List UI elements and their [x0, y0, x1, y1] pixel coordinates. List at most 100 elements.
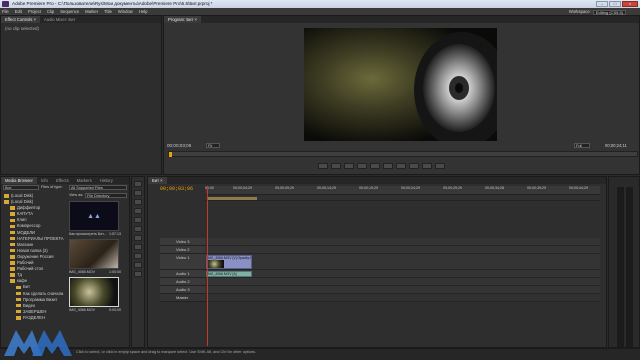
- folder-icon: [10, 267, 15, 271]
- tree-item[interactable]: НАТЕРИАЛЫ ПРОЕКТА: [4, 236, 66, 242]
- menu-file[interactable]: File: [2, 8, 9, 15]
- work-area-range[interactable]: [207, 197, 257, 200]
- tab-program[interactable]: Program: Бит ×: [164, 16, 201, 23]
- watermark-logo: [2, 324, 74, 358]
- browser-location-dropdown[interactable]: Все: [3, 185, 39, 190]
- folder-icon: [10, 230, 15, 235]
- play-button[interactable]: [370, 163, 380, 169]
- view-as-dropdown[interactable]: File Directory: [85, 193, 127, 198]
- timeline-ruler[interactable]: 00;00 00;00;04;29 00;00;09;29 00;00;14;2…: [205, 186, 600, 195]
- media-thumbnail[interactable]: ▲▲ Как просмотреть Бит... 1:57:13: [69, 201, 127, 236]
- go-to-out-button[interactable]: [396, 163, 406, 169]
- thumbnail-duration: 1:00:00: [109, 270, 121, 274]
- window-controls: – □ ×: [596, 0, 638, 8]
- folder-icon: [10, 248, 15, 253]
- track-audio-1[interactable]: [205, 270, 600, 278]
- program-scrub-bar[interactable]: [168, 151, 638, 157]
- tab-history[interactable]: History: [96, 177, 117, 184]
- track-master[interactable]: [205, 294, 600, 302]
- hand-tool-icon[interactable]: [134, 262, 142, 268]
- track-header-video-1[interactable]: Video 1: [160, 254, 205, 270]
- folder-icon: [16, 303, 21, 308]
- logo-icon: ▲▲: [87, 212, 101, 220]
- export-frame-button[interactable]: [435, 163, 445, 169]
- track-header-audio-3[interactable]: Audio 3: [160, 286, 205, 294]
- workspace-dropdown[interactable]: Editing (CS5.5): [592, 9, 626, 15]
- work-area-bar[interactable]: [205, 196, 600, 201]
- ripple-edit-tool-icon[interactable]: [134, 199, 142, 205]
- slide-tool-icon[interactable]: [134, 244, 142, 250]
- track-video-3[interactable]: [205, 238, 600, 246]
- fit-dropdown[interactable]: Fit: [206, 143, 220, 148]
- timeline-playhead[interactable]: [207, 186, 208, 346]
- step-back-button[interactable]: [357, 163, 367, 169]
- track-header-master[interactable]: Master: [160, 294, 205, 302]
- zoom-tool-icon[interactable]: [134, 271, 142, 277]
- track-select-tool-icon[interactable]: [134, 190, 142, 196]
- menu-window[interactable]: Window: [118, 8, 133, 15]
- window-titlebar: Adobe Premiere Pro - C:\Пользователи\Rys…: [0, 0, 640, 8]
- tab-media-browser[interactable]: Media Browser: [1, 177, 37, 184]
- track-header-video-3[interactable]: Video 3: [160, 238, 205, 246]
- selection-tool-icon[interactable]: [134, 181, 142, 187]
- tab-markers[interactable]: Markers: [73, 177, 96, 184]
- mark-in-button[interactable]: [318, 163, 328, 169]
- files-of-type-label: Files of type:: [41, 185, 63, 189]
- media-thumbnail[interactable]: IMG_4065.MOV 1:00:00: [69, 239, 127, 274]
- tab-effects[interactable]: Effects: [52, 177, 73, 184]
- audio-clip[interactable]: IMG_4066.MOV [A]: [206, 271, 252, 277]
- slip-tool-icon[interactable]: [134, 235, 142, 241]
- folder-icon: [10, 279, 15, 283]
- step-forward-button[interactable]: [383, 163, 393, 169]
- drive-icon: [4, 194, 9, 198]
- track-video-2[interactable]: [205, 246, 600, 254]
- menu-help[interactable]: Help: [139, 8, 148, 15]
- program-timecode[interactable]: 00;00;03;06: [167, 143, 191, 148]
- minimize-button[interactable]: –: [596, 1, 608, 7]
- track-header-audio-2[interactable]: Audio 2: [160, 278, 205, 286]
- razor-tool-icon[interactable]: [134, 226, 142, 232]
- menu-project[interactable]: Project: [28, 8, 41, 15]
- tree-item[interactable]: РАЗДЕЛЕН: [4, 315, 66, 321]
- view-as-label: View as:: [69, 193, 84, 197]
- extract-button[interactable]: [422, 163, 432, 169]
- thumbnail-image: [69, 239, 119, 269]
- tab-sequence[interactable]: Бит ×: [148, 177, 167, 184]
- menu-marker[interactable]: Marker: [85, 8, 98, 15]
- menu-sequence[interactable]: Sequence: [60, 8, 79, 15]
- video-clip-label: IMG_4066.MOV [V] Opacity:Opacity ▾: [207, 256, 251, 260]
- menu-title[interactable]: Title: [104, 8, 112, 15]
- video-clip[interactable]: IMG_4066.MOV [V] Opacity:Opacity ▾: [206, 255, 252, 269]
- go-to-in-button[interactable]: [344, 163, 354, 169]
- audio-meter-left: [617, 187, 624, 347]
- resolution-dropdown[interactable]: Full: [574, 143, 590, 148]
- menu-edit[interactable]: Edit: [15, 8, 22, 15]
- track-header-audio-1[interactable]: Audio 1: [160, 270, 205, 278]
- rolling-edit-tool-icon[interactable]: [134, 208, 142, 214]
- track-video-1[interactable]: [205, 254, 600, 270]
- track-audio-2[interactable]: [205, 278, 600, 286]
- thumbnail-grid: ▲▲ Как просмотреть Бит... 1:57:13 IMG_40…: [69, 201, 127, 312]
- tab-effect-controls[interactable]: Effect Controls ×: [1, 16, 40, 23]
- tab-info[interactable]: Info: [37, 177, 52, 184]
- mark-out-button[interactable]: [331, 163, 341, 169]
- thumbnail-label: IMG_4066.MOV: [69, 308, 95, 312]
- lift-button[interactable]: [409, 163, 419, 169]
- media-thumbnail[interactable]: IMG_4066.MOV 0:03:00: [69, 277, 127, 312]
- thumbnail-label: Как просмотреть Бит...: [69, 232, 107, 236]
- track-audio-3[interactable]: [205, 286, 600, 294]
- timeline-tabs: Бит ×: [148, 177, 606, 184]
- menu-clip[interactable]: Clip: [47, 8, 54, 15]
- rate-stretch-tool-icon[interactable]: [134, 217, 142, 223]
- timeline-timecode[interactable]: 00;00;03;06: [160, 186, 193, 192]
- files-of-type-dropdown[interactable]: All Supported Files: [69, 185, 127, 190]
- pen-tool-icon[interactable]: [134, 253, 142, 259]
- tab-audio-mixer[interactable]: Audio Mixer: Бит: [40, 16, 79, 23]
- close-button[interactable]: ×: [622, 1, 638, 7]
- maximize-button[interactable]: □: [609, 1, 621, 7]
- ruler-tick: 00;00;39;29: [527, 186, 546, 190]
- drive-icon: [4, 200, 9, 204]
- program-playhead[interactable]: [169, 152, 172, 157]
- track-header-video-2[interactable]: Video 2: [160, 246, 205, 254]
- folder-icon: [16, 285, 21, 290]
